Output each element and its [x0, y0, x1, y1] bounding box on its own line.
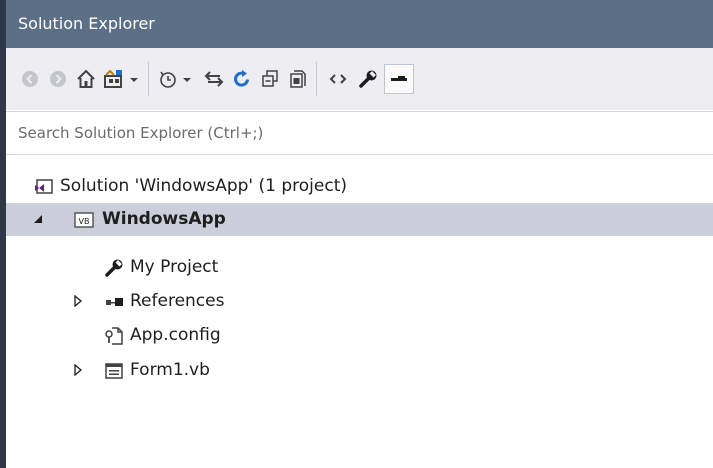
- sync-with-active-document-button[interactable]: [202, 67, 226, 91]
- config-file-icon: [104, 326, 124, 346]
- tree-item-project[interactable]: VB WindowsApp: [6, 203, 713, 236]
- home-icon: [77, 69, 95, 88]
- solution-icon: [34, 177, 54, 197]
- view-code-icon: [329, 74, 347, 84]
- pending-changes-filter-button[interactable]: [158, 67, 194, 91]
- tree-item-references[interactable]: References: [6, 285, 713, 318]
- view-code-button[interactable]: [326, 67, 350, 91]
- tree-item-label: My Project: [130, 257, 219, 277]
- history-clock-icon: [160, 71, 191, 88]
- properties-button[interactable]: [356, 67, 380, 91]
- tree-item-label: Solution 'WindowsApp' (1 project): [60, 176, 347, 196]
- preview-icon: [391, 76, 407, 81]
- collapse-all-icon: [262, 70, 278, 87]
- home-button[interactable]: [74, 67, 98, 91]
- expanded-arrow-icon[interactable]: [32, 213, 44, 225]
- tree-item-label: Form1.vb: [130, 360, 210, 380]
- preview-selected-items-button[interactable]: [384, 64, 414, 94]
- sync-arrows-icon: [204, 71, 224, 87]
- tree-item-label: WindowsApp: [102, 209, 226, 229]
- tree-item-my-project[interactable]: My Project: [6, 251, 713, 284]
- panel-title: Solution Explorer: [18, 14, 155, 33]
- svg-text:VB: VB: [79, 217, 90, 226]
- wrench-icon: [104, 258, 124, 278]
- panel-title-bar[interactable]: Solution Explorer: [6, 0, 713, 48]
- toolbar-separator: [316, 62, 317, 96]
- solution-explorer-toolbar: [6, 48, 713, 110]
- show-all-files-icon: [290, 70, 306, 88]
- refresh-button[interactable]: [230, 67, 254, 91]
- search-input[interactable]: [6, 112, 713, 154]
- back-arrow-icon: [22, 71, 38, 87]
- switch-views-icon: [104, 69, 138, 88]
- back-button[interactable]: [18, 67, 42, 91]
- show-all-files-button[interactable]: [286, 67, 310, 91]
- forward-button[interactable]: [46, 67, 70, 91]
- tree-item-solution[interactable]: Solution 'WindowsApp' (1 project): [6, 170, 713, 203]
- search-box[interactable]: [6, 111, 713, 155]
- tree-item-label: References: [130, 291, 225, 311]
- collapsed-arrow-icon[interactable]: [72, 295, 84, 307]
- collapsed-arrow-icon[interactable]: [72, 364, 84, 376]
- solution-explorer-panel: Solution Explorer Search Solution Explor…: [6, 0, 713, 468]
- collapse-all-button[interactable]: [258, 67, 282, 91]
- toolbar-separator: [148, 62, 149, 96]
- forward-arrow-icon: [50, 71, 66, 87]
- switch-views-button[interactable]: [104, 67, 140, 91]
- tree-item-app-config[interactable]: App.config: [6, 319, 713, 352]
- refresh-icon: [234, 70, 249, 87]
- references-icon: [104, 292, 124, 312]
- form-icon: [104, 361, 124, 381]
- tree-item-label: App.config: [130, 325, 221, 345]
- vb-project-icon: VB: [74, 210, 94, 230]
- wrench-icon: [359, 70, 377, 88]
- tree-item-form1-vb[interactable]: Form1.vb: [6, 354, 713, 387]
